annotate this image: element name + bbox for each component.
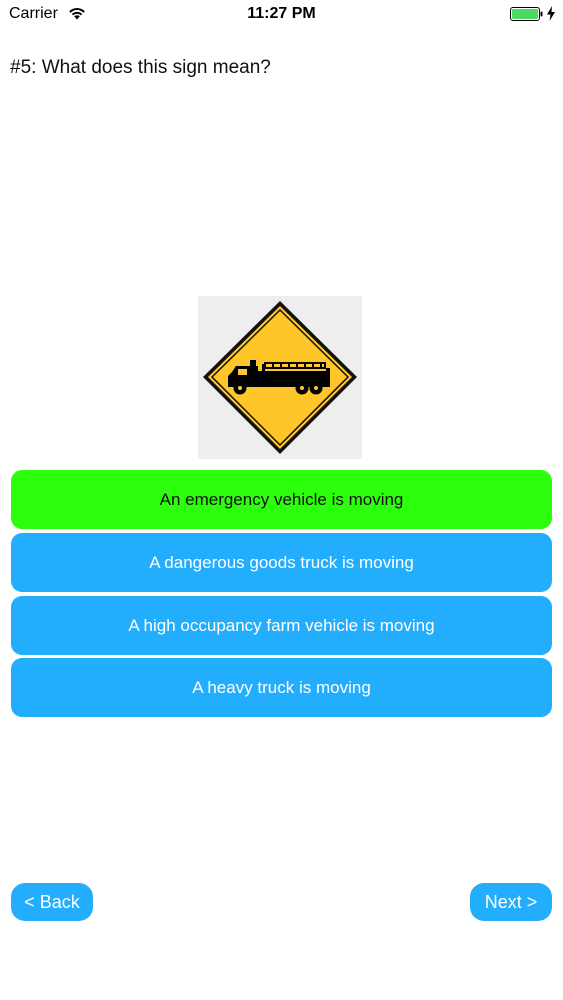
fire-truck-warning-sign-icon (198, 296, 362, 459)
battery-icon (510, 7, 543, 21)
charging-bolt-icon (547, 6, 555, 21)
status-bar: Carrier 11:27 PM (0, 0, 563, 30)
answer-option-1[interactable]: An emergency vehicle is moving (11, 470, 552, 529)
quiz-screen: Carrier 11:27 PM #5: What does this sign… (0, 0, 563, 1000)
answer-option-3[interactable]: A high occupancy farm vehicle is moving (11, 596, 552, 655)
back-button[interactable]: < Back (11, 883, 93, 921)
sign-image (198, 296, 362, 459)
next-button[interactable]: Next > (470, 883, 552, 921)
status-time: 11:27 PM (247, 5, 316, 22)
answer-option-2[interactable]: A dangerous goods truck is moving (11, 533, 552, 592)
answer-option-4[interactable]: A heavy truck is moving (11, 658, 552, 717)
question-title: #5: What does this sign mean? (10, 57, 271, 78)
